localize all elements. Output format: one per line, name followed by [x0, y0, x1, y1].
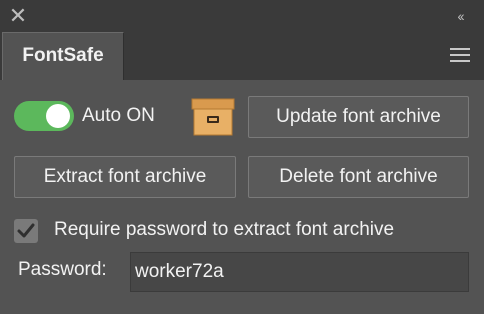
toggle-knob	[46, 104, 70, 128]
update-font-archive-button[interactable]: Update font archive	[248, 96, 469, 138]
tab-fontsafe[interactable]: FontSafe	[2, 32, 124, 80]
menu-line	[450, 60, 470, 62]
panel-titlebar: ✕ ‹‹	[0, 0, 484, 32]
auto-toggle-switch[interactable]	[14, 101, 74, 131]
menu-line	[450, 54, 470, 56]
fontsafe-panel: ✕ ‹‹ FontSafe Auto ON Update font archiv…	[0, 0, 484, 314]
collapse-panel-icon[interactable]: ‹‹	[450, 6, 470, 26]
archive-box-icon	[190, 97, 236, 137]
checkmark-icon	[17, 223, 35, 238]
extract-font-archive-button[interactable]: Extract font archive	[14, 156, 236, 198]
hamburger-menu-icon[interactable]	[450, 46, 470, 64]
tab-row: FontSafe	[0, 32, 484, 80]
close-icon[interactable]: ✕	[6, 4, 30, 28]
password-field[interactable]	[130, 252, 469, 292]
password-label: Password:	[18, 259, 107, 280]
require-password-label: Require password to extract font archive	[54, 219, 395, 240]
delete-font-archive-button[interactable]: Delete font archive	[248, 156, 469, 198]
auto-toggle-label: Auto ON	[82, 105, 155, 126]
require-password-checkbox[interactable]	[14, 219, 38, 243]
menu-line	[450, 48, 470, 50]
